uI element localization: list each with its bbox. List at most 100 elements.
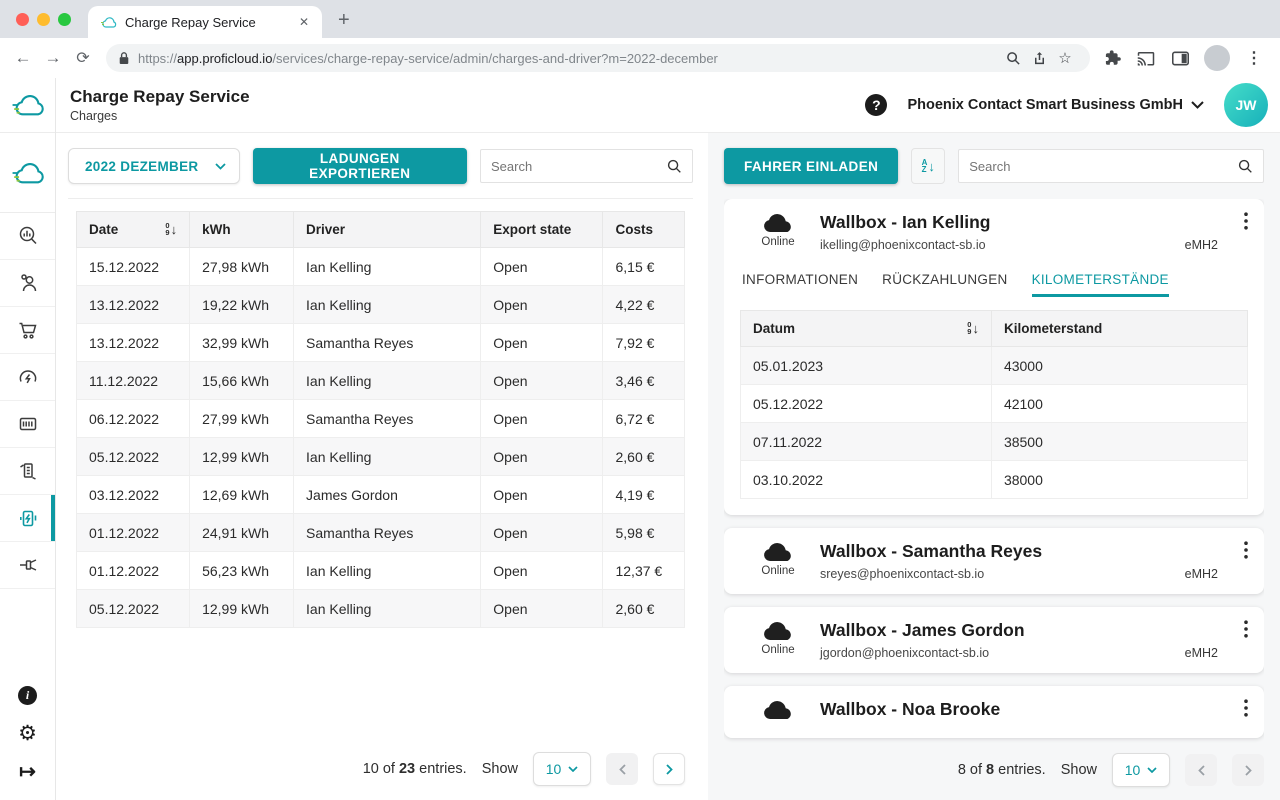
sidebar-item-info[interactable]: i xyxy=(0,676,55,714)
prev-page-button[interactable] xyxy=(606,753,638,785)
wallbox-card[interactable]: Online Wallbox - Samantha Reyes sreyes@p… xyxy=(724,528,1264,594)
tab-kilometerstaende[interactable]: KILOMETERSTÄNDE xyxy=(1032,272,1169,297)
wallbox-card-expanded[interactable]: Online Wallbox - Ian Kelling ikelling@ph… xyxy=(724,199,1264,515)
charge-row[interactable]: 13.12.2022 19,22 kWh Ian Kelling Open 4,… xyxy=(77,286,685,324)
cell-datum: 03.10.2022 xyxy=(741,461,992,499)
charge-row[interactable]: 03.12.2022 12,69 kWh James Gordon Open 4… xyxy=(77,476,685,514)
window-controls[interactable] xyxy=(16,13,71,26)
cell-costs: 6,15 € xyxy=(603,248,685,286)
sidebar-item-monitoring[interactable] xyxy=(0,213,55,260)
browser-profile-avatar[interactable] xyxy=(1204,45,1230,71)
km-row[interactable]: 07.11.2022 38500 xyxy=(741,423,1248,461)
wallbox-card[interactable]: Wallbox - Noa Brooke xyxy=(724,686,1264,738)
cell-kwh: 12,69 kWh xyxy=(190,476,294,514)
km-row[interactable]: 03.10.2022 38000 xyxy=(741,461,1248,499)
sidebar-item-settings[interactable]: ⚙ xyxy=(0,714,55,752)
logout-icon: ↦ xyxy=(19,759,36,784)
column-header-export-state[interactable]: Export state xyxy=(481,212,603,248)
charge-row[interactable]: 05.12.2022 12,99 kWh Ian Kelling Open 2,… xyxy=(77,590,685,628)
month-selector-button[interactable]: 2022 DEZEMBER xyxy=(68,148,240,184)
search-in-page-icon[interactable] xyxy=(1000,51,1026,66)
zoom-window-button[interactable] xyxy=(58,13,71,26)
column-header-costs[interactable]: Costs xyxy=(603,212,685,248)
cell-driver: James Gordon xyxy=(294,476,481,514)
numeric-sort-icon[interactable]: 09 ↓ xyxy=(165,222,177,237)
prev-page-button[interactable] xyxy=(1185,754,1217,786)
forward-icon[interactable]: → xyxy=(38,43,68,73)
numeric-sort-icon[interactable]: 09 ↓ xyxy=(967,321,979,336)
tab-rueckzahlungen[interactable]: RÜCKZAHLUNGEN xyxy=(882,272,1007,297)
next-page-button[interactable] xyxy=(653,753,685,785)
address-bar[interactable]: https://app.proficloud.io/services/charg… xyxy=(106,44,1090,72)
cell-costs: 2,60 € xyxy=(603,438,685,476)
charge-row[interactable]: 13.12.2022 32,99 kWh Samantha Reyes Open… xyxy=(77,324,685,362)
share-icon[interactable] xyxy=(1026,51,1052,66)
cell-costs: 3,46 € xyxy=(603,362,685,400)
sidebar-item-proficloud-home[interactable] xyxy=(0,133,55,213)
charge-row[interactable]: 05.12.2022 12,99 kWh Ian Kelling Open 2,… xyxy=(77,438,685,476)
column-header-kilometerstand[interactable]: Kilometerstand xyxy=(991,311,1247,347)
cell-date: 01.12.2022 xyxy=(77,552,190,590)
sidebar-item-energy-monitoring[interactable] xyxy=(0,354,55,401)
km-row[interactable]: 05.12.2022 42100 xyxy=(741,385,1248,423)
app-header: Charge Repay Service Charges ? Phoenix C… xyxy=(56,78,1280,133)
invite-driver-button[interactable]: FAHRER EINLADEN xyxy=(724,148,898,184)
side-panel-icon[interactable] xyxy=(1166,43,1194,73)
cast-icon[interactable] xyxy=(1132,43,1160,73)
help-icon[interactable]: ? xyxy=(865,94,887,116)
chevron-down-icon xyxy=(1147,767,1157,773)
column-header-kwh[interactable]: kWh xyxy=(190,212,294,248)
charge-row[interactable]: 01.12.2022 24,91 kWh Samantha Reyes Open… xyxy=(77,514,685,552)
alpha-sort-button[interactable]: AZ ↓ xyxy=(911,148,945,184)
bookmark-star-icon[interactable]: ☆ xyxy=(1052,49,1078,67)
column-header-date[interactable]: Date 09 ↓ xyxy=(77,212,190,248)
export-charges-button[interactable]: LADUNGEN EXPORTIEREN xyxy=(253,148,467,184)
charge-row[interactable]: 15.12.2022 27,98 kWh Ian Kelling Open 6,… xyxy=(77,248,685,286)
next-page-button[interactable] xyxy=(1232,754,1264,786)
chevron-down-icon xyxy=(568,766,578,772)
tab-informationen[interactable]: INFORMATIONEN xyxy=(742,272,858,297)
battery-bolt-icon xyxy=(16,506,40,530)
minimize-window-button[interactable] xyxy=(37,13,50,26)
card-menu-icon[interactable] xyxy=(1244,620,1248,638)
charges-search[interactable] xyxy=(480,149,693,183)
charge-row[interactable]: 11.12.2022 15,66 kWh Ian Kelling Open 3,… xyxy=(77,362,685,400)
card-menu-icon[interactable] xyxy=(1244,541,1248,559)
card-menu-icon[interactable] xyxy=(1244,699,1248,717)
wallbox-card[interactable]: Online Wallbox - James Gordon jgordon@ph… xyxy=(724,607,1264,673)
extensions-puzzle-icon[interactable] xyxy=(1098,43,1126,73)
charge-row[interactable]: 06.12.2022 27,99 kWh Samantha Reyes Open… xyxy=(77,400,685,438)
column-header-driver[interactable]: Driver xyxy=(294,212,481,248)
organization-name: Phoenix Contact Smart Business GmbH xyxy=(907,97,1183,113)
sidebar-item-store[interactable] xyxy=(0,307,55,354)
charges-search-input[interactable] xyxy=(491,159,667,174)
km-row[interactable]: 05.01.2023 43000 xyxy=(741,347,1248,385)
column-header-datum[interactable]: Datum 09 ↓ xyxy=(741,311,992,347)
new-tab-button[interactable]: + xyxy=(338,10,350,30)
sidebar-item-connector[interactable] xyxy=(0,542,55,589)
page-size-select[interactable]: 10 xyxy=(1112,753,1170,787)
page-size-select[interactable]: 10 xyxy=(533,752,591,786)
sidebar-item-logout[interactable]: ↦ xyxy=(0,752,55,790)
content-area: 2022 DEZEMBER LADUNGEN EXPORTIEREN xyxy=(56,133,1280,800)
drivers-search[interactable] xyxy=(958,149,1264,183)
user-avatar[interactable]: JW xyxy=(1224,83,1268,127)
browser-tab[interactable]: Charge Repay Service ✕ xyxy=(88,6,322,38)
sidebar-item-user-management[interactable] xyxy=(0,260,55,307)
sidebar-item-charge-repay-service[interactable] xyxy=(0,495,55,542)
back-icon[interactable]: ← xyxy=(8,43,38,73)
card-menu-icon[interactable] xyxy=(1244,212,1248,230)
browser-menu-icon[interactable]: ⋮ xyxy=(1240,43,1268,73)
lock-icon[interactable] xyxy=(118,51,130,65)
cell-date: 13.12.2022 xyxy=(77,286,190,324)
search-icon xyxy=(1238,159,1253,174)
close-tab-icon[interactable]: ✕ xyxy=(294,13,314,31)
drivers-search-input[interactable] xyxy=(969,159,1238,174)
url-text[interactable]: https://app.proficloud.io/services/charg… xyxy=(138,51,1000,66)
sidebar-item-device-data[interactable] xyxy=(0,401,55,448)
organization-selector[interactable]: Phoenix Contact Smart Business GmbH xyxy=(907,97,1204,113)
charge-row[interactable]: 01.12.2022 56,23 kWh Ian Kelling Open 12… xyxy=(77,552,685,590)
close-window-button[interactable] xyxy=(16,13,29,26)
sidebar-item-impulse-analytics[interactable] xyxy=(0,448,55,495)
reload-icon[interactable]: ⟳ xyxy=(68,43,98,73)
